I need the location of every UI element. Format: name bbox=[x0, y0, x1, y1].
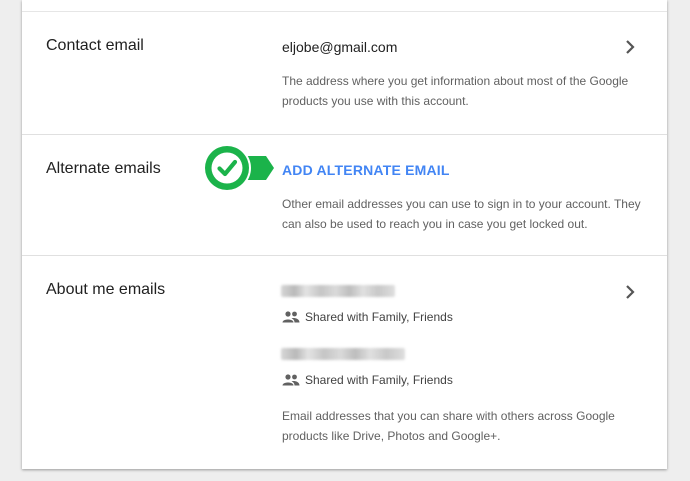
chevron-right-icon[interactable] bbox=[620, 282, 640, 302]
sharing-status: Shared with Family, Friends bbox=[282, 373, 453, 387]
add-alternate-email-button[interactable]: ADD ALTERNATE EMAIL bbox=[282, 162, 450, 178]
people-icon bbox=[282, 311, 300, 323]
people-icon bbox=[282, 374, 300, 386]
contact-email-value: eljobe@gmail.com bbox=[282, 39, 398, 55]
contact-email-section[interactable]: Contact email eljobe@gmail.com The addre… bbox=[22, 11, 667, 135]
alternate-emails-label: Alternate emails bbox=[46, 160, 161, 177]
chevron-right-icon[interactable] bbox=[620, 37, 640, 57]
about-me-emails-label: About me emails bbox=[46, 281, 166, 298]
email-settings-card: Contact email eljobe@gmail.com The addre… bbox=[22, 0, 667, 469]
alternate-emails-section: Alternate emails ADD ALTERNATE EMAIL Oth… bbox=[22, 134, 667, 256]
about-me-emails-description: Email addresses that you can share with … bbox=[282, 409, 615, 443]
contact-email-description: The address where you get information ab… bbox=[282, 74, 629, 108]
redacted-email bbox=[281, 285, 395, 297]
sharing-text: Shared with Family, Friends bbox=[305, 310, 453, 324]
check-circle-icon bbox=[203, 144, 274, 192]
about-me-emails-section[interactable]: About me emails Shared with Family, Frie… bbox=[22, 255, 667, 470]
contact-email-label: Contact email bbox=[46, 37, 144, 54]
sharing-status: Shared with Family, Friends bbox=[282, 310, 453, 324]
sharing-text: Shared with Family, Friends bbox=[305, 373, 453, 387]
redacted-email bbox=[281, 348, 405, 360]
alternate-emails-description: Other email addresses you can use to sig… bbox=[282, 197, 641, 231]
